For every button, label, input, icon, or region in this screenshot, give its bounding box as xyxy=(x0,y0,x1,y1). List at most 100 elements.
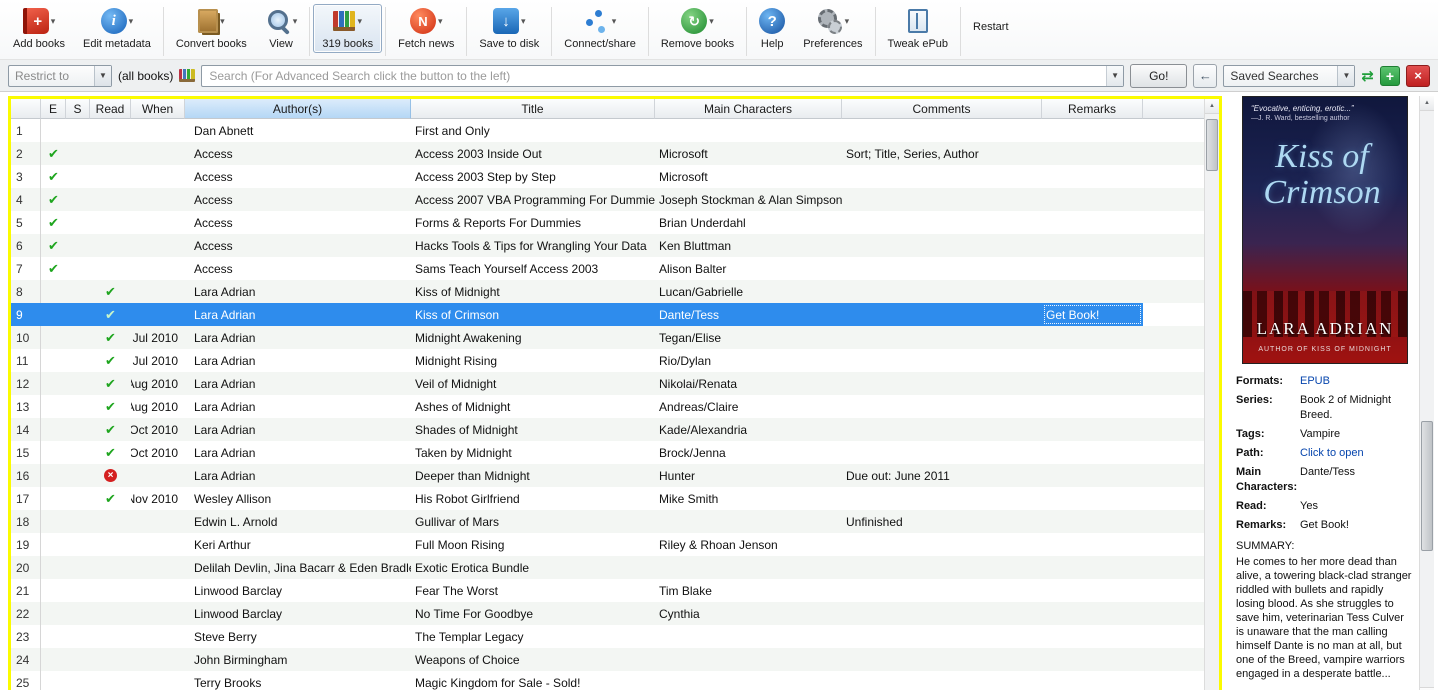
search-input[interactable] xyxy=(201,64,1125,87)
toolbar-view[interactable]: ▾ View xyxy=(256,4,307,53)
chevron-down-icon[interactable]: ▾ xyxy=(51,16,56,27)
library-restriction-icon[interactable] xyxy=(179,69,196,82)
toolbar-save-to-disk[interactable]: ▾ Save to disk xyxy=(470,4,548,53)
cell-read xyxy=(90,234,131,257)
toolbar-edit-metadata[interactable]: ▾ Edit metadata xyxy=(74,4,160,53)
copy-search-icon[interactable]: ⇄ xyxy=(1361,67,1374,85)
scroll-up-icon[interactable]: ▲ xyxy=(1420,96,1434,111)
toolbar-add-books[interactable]: ▾ Add books xyxy=(4,4,74,53)
delete-search-button[interactable]: × xyxy=(1406,64,1430,87)
chevron-down-icon[interactable]: ▾ xyxy=(521,16,526,27)
scroll-up-icon[interactable]: ▲ xyxy=(1205,99,1219,114)
cell-e xyxy=(41,119,66,142)
table-row[interactable]: 15 ✔ Oct 2010 Lara Adrian Taken by Midni… xyxy=(11,441,1204,464)
table-row[interactable]: 2 ✔ Access Access 2003 Inside Out Micros… xyxy=(11,142,1204,165)
column-header-when[interactable]: When xyxy=(131,99,185,119)
column-header-comments[interactable]: Comments xyxy=(842,99,1042,119)
table-row[interactable]: 12 ✔ Aug 2010 Lara Adrian Veil of Midnig… xyxy=(11,372,1204,395)
table-row[interactable]: 3 ✔ Access Access 2003 Step by Step Micr… xyxy=(11,165,1204,188)
toolbar-help[interactable]: Help xyxy=(750,4,794,53)
column-header-read[interactable]: Read xyxy=(90,99,131,119)
table-row[interactable]: 21 Linwood Barclay Fear The Worst Tim Bl… xyxy=(11,579,1204,602)
cell-s xyxy=(66,418,90,441)
cell-when xyxy=(131,556,185,579)
cell-comments xyxy=(842,326,1042,349)
chevron-down-icon[interactable]: ▾ xyxy=(220,16,225,27)
toolbar-fetch-news[interactable]: ▾ Fetch news xyxy=(389,4,463,53)
table-row[interactable]: 16 × Lara Adrian Deeper than Midnight Hu… xyxy=(11,464,1204,487)
table-row[interactable]: 1 Dan Abnett First and Only xyxy=(11,119,1204,142)
detail-field-link[interactable]: Click to open xyxy=(1300,446,1414,460)
scrollbar-thumb[interactable] xyxy=(1206,119,1218,171)
chevron-down-icon[interactable]: ▾ xyxy=(709,16,714,27)
cell-filler xyxy=(1143,119,1204,142)
row-number: 14 xyxy=(11,418,41,441)
details-scrollbar[interactable]: ▲ ▼ xyxy=(1419,96,1434,690)
table-row[interactable]: 6 ✔ Access Hacks Tools & Tips for Wrangl… xyxy=(11,234,1204,257)
scrollbar-thumb[interactable] xyxy=(1421,421,1433,551)
detail-field-label: Main Characters: xyxy=(1236,466,1298,493)
table-row[interactable]: 4 ✔ Access Access 2007 VBA Programming F… xyxy=(11,188,1204,211)
cell-title: Kiss of Crimson xyxy=(411,303,655,326)
table-row[interactable]: 25 Terry Brooks Magic Kingdom for Sale -… xyxy=(11,671,1204,690)
toolbar-tweak-epub[interactable]: Tweak ePub xyxy=(879,4,958,53)
go-button[interactable]: Go! xyxy=(1130,63,1188,88)
table-row[interactable]: 9 ✔ Lara Adrian Kiss of Crimson Dante/Te… xyxy=(11,303,1204,326)
column-header-main-characters[interactable]: Main Characters xyxy=(655,99,842,119)
toolbar-connect-share[interactable]: ▾ Connect/share xyxy=(555,4,645,53)
detail-field-link[interactable]: EPUB xyxy=(1300,374,1414,388)
table-row[interactable]: 19 Keri Arthur Full Moon Rising Riley & … xyxy=(11,533,1204,556)
toolbar-separator xyxy=(162,7,164,56)
saved-searches-dropdown[interactable]: Saved Searches ▼ xyxy=(1223,64,1356,87)
cell-filler xyxy=(1143,372,1204,395)
library-table-body: 1 Dan Abnett First and Only 2 ✔ Access A… xyxy=(11,119,1204,690)
cell-main-characters: Joseph Stockman & Alan Simpson xyxy=(659,192,842,207)
table-row[interactable]: 23 Steve Berry The Templar Legacy xyxy=(11,625,1204,648)
chevron-down-icon[interactable]: ▾ xyxy=(357,16,362,27)
toolbar-restart[interactable]: Restart xyxy=(964,4,1017,36)
chevron-down-icon[interactable]: ▾ xyxy=(129,16,134,27)
table-row[interactable]: 24 John Birmingham Weapons of Choice xyxy=(11,648,1204,671)
table-row[interactable]: 7 ✔ Access Sams Teach Yourself Access 20… xyxy=(11,257,1204,280)
cell-e xyxy=(41,671,66,690)
toolbar-preferences[interactable]: ▾ Preferences xyxy=(794,4,871,53)
connect-share-icon xyxy=(584,8,610,34)
table-row[interactable]: 8 ✔ Lara Adrian Kiss of Midnight Lucan/G… xyxy=(11,280,1204,303)
clear-search-button[interactable]: ← xyxy=(1193,63,1218,88)
chevron-down-icon[interactable]: ▾ xyxy=(293,16,298,27)
table-row[interactable]: 5 ✔ Access Forms & Reports For Dummies B… xyxy=(11,211,1204,234)
table-scrollbar[interactable]: ▲ ▼ xyxy=(1204,99,1219,690)
table-row[interactable]: 18 Edwin L. Arnold Gullivar of Mars Unfi… xyxy=(11,510,1204,533)
table-row[interactable]: 14 ✔ Oct 2010 Lara Adrian Shades of Midn… xyxy=(11,418,1204,441)
save-search-button[interactable]: + xyxy=(1380,65,1400,86)
column-header-title[interactable]: Title xyxy=(411,99,655,119)
column-header-authors[interactable]: Author(s) xyxy=(185,99,411,119)
chevron-down-icon[interactable]: ▼ xyxy=(1106,65,1124,86)
toolbar-convert-books[interactable]: ▾ Convert books xyxy=(167,4,256,53)
toolbar-library-books[interactable]: ▾ 319 books xyxy=(313,4,383,53)
cell-remarks xyxy=(1042,119,1143,142)
cell-filler xyxy=(1143,556,1204,579)
table-row[interactable]: 13 ✔ Aug 2010 Lara Adrian Ashes of Midni… xyxy=(11,395,1204,418)
go-button-label: Go! xyxy=(1149,68,1169,83)
chevron-down-icon[interactable]: ▾ xyxy=(438,16,443,27)
cell-s xyxy=(66,441,90,464)
toolbar-remove-books[interactable]: ▾ Remove books xyxy=(652,4,743,53)
table-row[interactable]: 20 Delilah Devlin, Jina Bacarr & Eden Br… xyxy=(11,556,1204,579)
cell-authors: Lara Adrian xyxy=(194,353,256,368)
table-row[interactable]: 10 ✔ Jul 2010 Lara Adrian Midnight Awake… xyxy=(11,326,1204,349)
column-header-remarks[interactable]: Remarks xyxy=(1042,99,1143,119)
column-header-e[interactable]: E xyxy=(41,99,66,119)
cell-title: Hacks Tools & Tips for Wrangling Your Da… xyxy=(415,238,647,253)
book-cover[interactable]: “Evocative, enticing, erotic...” —J. R. … xyxy=(1242,96,1408,364)
cell-s xyxy=(66,234,90,257)
column-header-s[interactable]: S xyxy=(66,99,90,119)
restrict-to-dropdown[interactable]: Restrict to ▼ xyxy=(8,64,112,87)
chevron-down-icon[interactable]: ▾ xyxy=(612,16,617,27)
table-row[interactable]: 11 ✔ Jul 2010 Lara Adrian Midnight Risin… xyxy=(11,349,1204,372)
table-row[interactable]: 17 ✔ Nov 2010 Wesley Allison His Robot G… xyxy=(11,487,1204,510)
chevron-down-icon[interactable]: ▾ xyxy=(845,16,850,27)
cell-read xyxy=(90,257,131,280)
table-row[interactable]: 22 Linwood Barclay No Time For Goodbye C… xyxy=(11,602,1204,625)
toolbar-label: View xyxy=(269,38,293,50)
